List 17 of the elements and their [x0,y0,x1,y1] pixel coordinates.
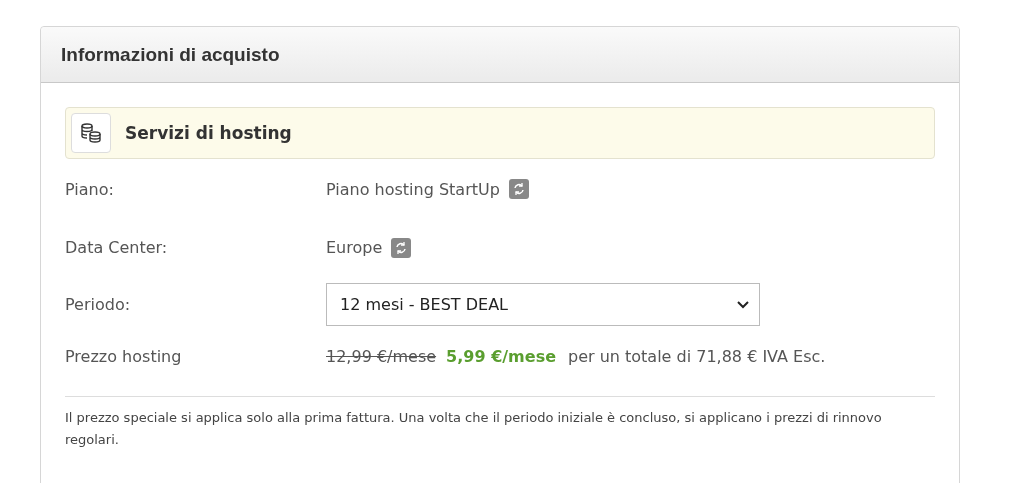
new-price: 5,99 €/mese [446,347,556,366]
chevron-icon [737,300,749,309]
field-label: Piano: [65,179,115,199]
service-title: Servizi di hosting [125,123,292,143]
field-value: Piano hosting StartUp [326,179,500,199]
refresh-icon[interactable] [508,179,529,199]
old-price: 12,99 €/mese [326,347,437,366]
pricing-note: Il prezzo speciale si applica solo alla prima fattura. Una volta che il periodo iniziale è concluso, si applicano i prezzi di rinnovo regolari. [65,409,883,449]
field-label: Data Center: [65,238,169,257]
price-total: per un totale di 71,88 € IVA Esc. [568,347,826,366]
refresh-icon[interactable] [391,237,412,258]
panel-title: Informazioni di acquisto [61,43,280,66]
field-label: Periodo: [65,295,132,314]
field-label: Prezzo hosting [65,347,183,366]
period-select[interactable]: 12 mesi - BEST DEAL [326,283,760,326]
field-value: Europe [326,238,383,257]
coins-icon [71,113,111,153]
